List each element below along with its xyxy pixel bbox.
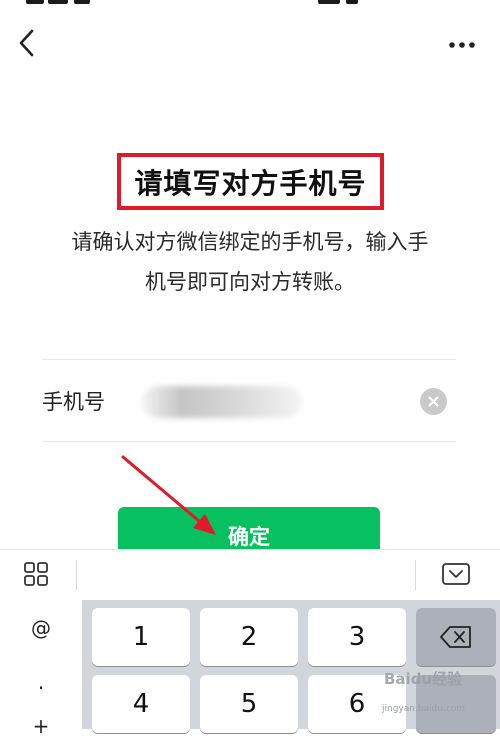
description-line-2: 机号即可向对方转账。 (145, 270, 355, 294)
symbol-key-plus[interactable]: + (0, 714, 82, 738)
back-button[interactable] (12, 26, 40, 60)
watermark-url: jingyan.baidu.com (382, 704, 466, 714)
phone-input[interactable] (142, 386, 302, 418)
description-line-1: 请确认对方微信绑定的手机号，输入手 (71, 230, 429, 254)
more-dots-icon (449, 42, 475, 48)
key-5[interactable]: 5 (200, 675, 298, 733)
divider-top (42, 359, 456, 360)
watermark: Baidu经验 (384, 670, 463, 688)
toolbar-separator (415, 560, 416, 590)
key-1[interactable]: 1 (92, 608, 190, 666)
backspace-key[interactable] (416, 608, 496, 666)
symbol-key-dot[interactable]: . (0, 670, 82, 694)
grid-icon (24, 562, 48, 586)
clear-button[interactable] (420, 388, 447, 415)
backspace-icon (440, 626, 471, 648)
keyboard-dismiss-icon (442, 563, 470, 585)
page-description: 请确认对方微信绑定的手机号，输入手 机号即可向对方转账。 (34, 222, 466, 302)
symbol-key-at[interactable]: @ (0, 616, 82, 640)
key-4[interactable]: 4 (92, 675, 190, 733)
keyboard-dismiss-button[interactable] (442, 563, 470, 589)
clear-icon (428, 396, 439, 407)
more-options-button[interactable] (442, 30, 482, 60)
highlight-box (117, 153, 384, 210)
key-3[interactable]: 3 (308, 608, 406, 666)
keyboard-toolbar (0, 549, 500, 600)
phone-label: 手机号 (42, 390, 105, 414)
status-bar (0, 0, 500, 8)
key-2[interactable]: 2 (200, 608, 298, 666)
divider-bottom (42, 441, 456, 442)
keyboard-menu-button[interactable] (24, 562, 48, 590)
chevron-left-icon (19, 29, 34, 57)
toolbar-separator (76, 560, 77, 590)
